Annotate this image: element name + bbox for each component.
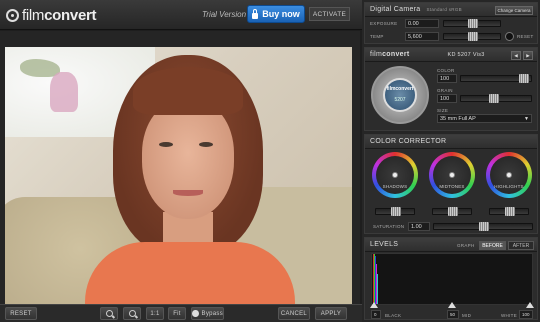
camera-title: Digital Camera <box>370 6 421 13</box>
film-panel: filmconvert KD 5207 Vis3 ◀ ▶ filmconvert … <box>364 47 538 131</box>
exposure-slider[interactable] <box>443 19 501 28</box>
camera-reset-label: RESET <box>517 34 534 39</box>
camera-panel: Digital Camera Standard sRGB Change Camer… <box>364 2 538 44</box>
camera-reset-icon[interactable] <box>505 32 514 41</box>
midtones-label: MIDTONES <box>439 184 465 189</box>
temp-slider[interactable] <box>443 32 501 41</box>
cancel-button[interactable]: CANCEL <box>278 307 310 320</box>
logo-ring-icon <box>6 9 19 22</box>
grain-field[interactable]: 100 <box>437 94 457 103</box>
white-point-handle[interactable] <box>526 302 534 308</box>
graph-label: GRAPH <box>457 243 475 248</box>
film-logo: filmconvert <box>370 51 410 58</box>
temp-label: TEMP <box>370 34 384 39</box>
highlights-label: HIGHLIGHTS <box>494 184 524 189</box>
highlights-wheel[interactable]: HIGHLIGHTS <box>486 152 532 198</box>
preview-area <box>0 31 360 310</box>
saturation-slider[interactable] <box>433 222 533 231</box>
midtones-luma-slider[interactable] <box>432 207 472 216</box>
grain-slider[interactable] <box>460 94 532 103</box>
canister-logo: filmconvert <box>386 86 414 92</box>
exposure-field[interactable]: 0.00 <box>405 19 439 28</box>
mid-point-handle[interactable] <box>448 302 456 308</box>
top-bar: film convert Trial Version Buy now ACTIVA… <box>0 0 362 30</box>
fit-button[interactable]: Fit <box>168 307 186 320</box>
next-stock-button[interactable]: ▶ <box>523 51 533 60</box>
temp-slider-thumb[interactable] <box>468 32 478 41</box>
mid-field[interactable]: 50 <box>447 310 459 319</box>
black-point-handle[interactable] <box>370 302 378 308</box>
shadows-luma-slider[interactable] <box>375 207 415 216</box>
size-select[interactable]: 35 mm Full AP ▼ <box>437 114 532 123</box>
app-logo: film convert <box>6 7 97 24</box>
size-label: SIZE <box>437 108 449 113</box>
activate-button[interactable]: ACTIVATE <box>309 7 350 21</box>
highlights-wheel-handle[interactable] <box>506 172 512 178</box>
mid-label: MID <box>462 313 472 318</box>
exposure-slider-thumb[interactable] <box>468 19 478 28</box>
temp-field[interactable]: 5,600 <box>405 32 439 41</box>
grain-label: GRAIN <box>437 88 453 93</box>
exposure-label: EXPOSURE <box>370 21 398 26</box>
buy-now-button[interactable]: Buy now <box>247 5 305 23</box>
color-field[interactable]: 100 <box>437 74 457 83</box>
trial-label: Trial Version <box>202 10 247 19</box>
zoom-in-button[interactable] <box>100 307 118 320</box>
arrow-left-icon: ◀ <box>514 52 518 58</box>
zoom-in-icon <box>105 310 113 317</box>
before-toggle[interactable]: BEFORE <box>479 241 506 250</box>
saturation-field[interactable]: 1.00 <box>408 222 430 231</box>
lock-icon <box>252 8 259 19</box>
color-slider[interactable] <box>460 74 532 83</box>
reset-button[interactable]: RESET <box>5 307 37 320</box>
midtones-wheel[interactable]: MIDTONES <box>429 152 475 198</box>
midtones-wheel-handle[interactable] <box>449 172 455 178</box>
color-corrector-title: COLOR CORRECTOR <box>365 135 537 149</box>
film-stock-select[interactable]: KD 5207 Vis3 <box>447 52 484 58</box>
arrow-right-icon: ▶ <box>526 52 530 58</box>
white-field[interactable]: 100 <box>519 310 533 319</box>
shadows-wheel[interactable]: SHADOWS <box>372 152 418 198</box>
apply-button[interactable]: APPLY <box>315 307 347 320</box>
levels-panel: LEVELS GRAPH BEFORE AFTER 0 BLACK 50 MID… <box>364 237 538 320</box>
shadows-label: SHADOWS <box>382 184 408 189</box>
color-slider-thumb[interactable] <box>519 74 529 83</box>
one-to-one-button[interactable]: 1:1 <box>146 307 164 320</box>
grain-slider-thumb[interactable] <box>489 94 499 103</box>
highlights-luma-slider[interactable] <box>489 207 529 216</box>
midtones-luma-thumb[interactable] <box>448 207 458 216</box>
highlights-luma-thumb[interactable] <box>505 207 515 216</box>
bottom-toolbar: RESET 1:1 Fit Bypass CANCEL APPLY <box>0 304 362 322</box>
settings-sidebar: Digital Camera Standard sRGB Change Camer… <box>362 0 540 322</box>
after-toggle[interactable]: AFTER <box>508 241 534 250</box>
film-canister: filmconvert 5207 <box>371 66 429 124</box>
saturation-label: SATURATION <box>373 224 405 229</box>
prev-stock-button[interactable]: ◀ <box>511 51 521 60</box>
canister-number: 5207 <box>394 97 406 103</box>
shadows-luma-thumb[interactable] <box>391 207 401 216</box>
black-label: BLACK <box>385 313 402 318</box>
color-label: COLOR <box>437 68 455 73</box>
bypass-button[interactable]: Bypass <box>191 307 224 320</box>
black-field[interactable]: 0 <box>371 310 381 319</box>
shadows-wheel-handle[interactable] <box>392 172 398 178</box>
zoom-out-icon <box>128 310 136 317</box>
dropdown-icon: ▼ <box>524 115 529 122</box>
change-camera-button[interactable]: Change Camera <box>495 6 533 15</box>
levels-histogram <box>371 253 533 305</box>
color-corrector-panel: COLOR CORRECTOR SHADOWS MIDTONES HIGHLIG… <box>364 134 538 234</box>
zoom-out-button[interactable] <box>123 307 141 320</box>
preview-image <box>5 47 352 310</box>
saturation-slider-thumb[interactable] <box>479 222 489 231</box>
white-label: WHITE <box>501 313 517 318</box>
camera-profile: Standard sRGB <box>426 7 462 12</box>
bypass-icon <box>192 310 199 317</box>
